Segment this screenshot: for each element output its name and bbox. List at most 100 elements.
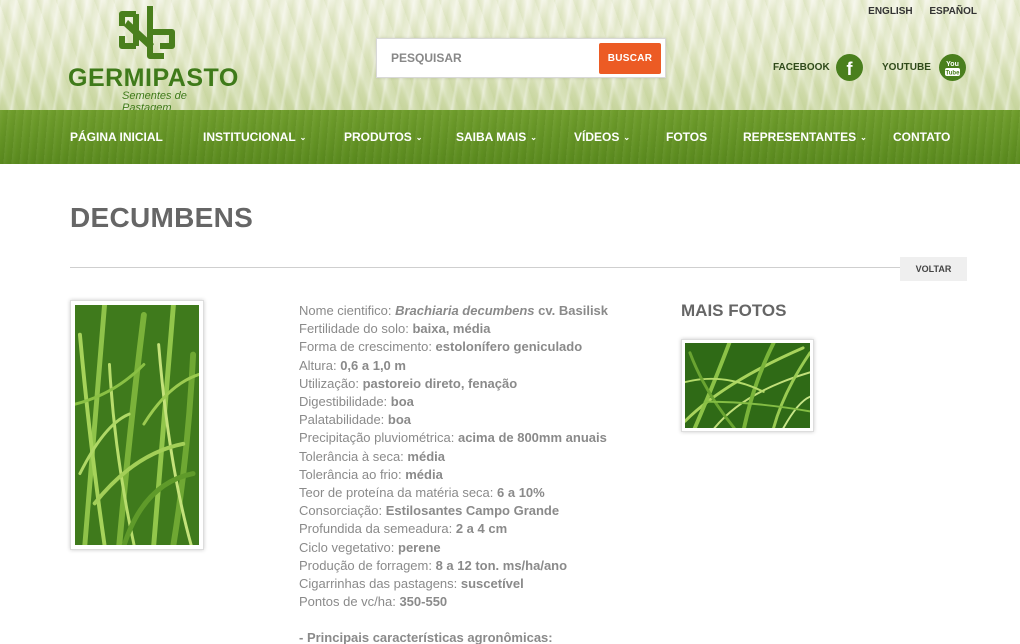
spec-value: boa — [387, 412, 412, 428]
spec-row: Altura: 0,6 a 1,0 m — [299, 357, 659, 375]
spec-label: Precipitação pluviométrica: — [299, 430, 458, 446]
site-logo[interactable]: GERMIPASTO Sementes de Pastagem — [68, 6, 238, 110]
spec-value: Estilosantes Campo Grande — [385, 503, 560, 519]
title-divider — [70, 267, 900, 268]
chevron-down-icon: ⌄ — [299, 133, 307, 142]
language-switcher: ENGLISH ESPAÑOL — [854, 6, 977, 17]
facebook-label[interactable]: FACEBOOK — [773, 62, 830, 73]
spec-label: Fertilidade do solo: — [299, 321, 413, 337]
nav-item-contato[interactable]: CONTATO — [893, 110, 950, 164]
spec-value: 2 a 4 cm — [455, 521, 508, 537]
nav-item-pagina-inicial[interactable]: PÁGINA INICIAL — [70, 110, 163, 164]
chevron-down-icon: ⌄ — [623, 133, 631, 142]
youtube-label[interactable]: YOUTUBE — [882, 62, 931, 73]
product-photo[interactable] — [70, 300, 204, 550]
spec-row: Fertilidade do solo: baixa, média — [299, 320, 659, 338]
svg-text:You: You — [946, 61, 959, 68]
page-title: DECUMBENS — [70, 202, 254, 233]
search-bar: BUSCAR — [376, 38, 666, 78]
spec-label: Tolerância à seca: — [299, 448, 408, 464]
spec-label: Profundida da semeadura: — [299, 521, 456, 537]
nav-item-saiba-mais[interactable]: SAIBA MAIS ⌄ — [456, 110, 537, 164]
gallery-thumbnail[interactable] — [681, 339, 814, 432]
youtube-icon[interactable]: You Tube — [939, 54, 966, 81]
spec-value: perene — [398, 539, 441, 555]
spec-row: Produção de forragem: 8 a 12 ton. ms/ha/… — [299, 557, 659, 575]
svg-text:Tube: Tube — [946, 71, 961, 77]
spec-label: Nome cientifico: — [299, 303, 396, 318]
nav-item-institucional[interactable]: INSTITUCIONAL ⌄ — [203, 110, 306, 164]
spec-value: 0,6 a 1,0 m — [340, 357, 406, 373]
spec-value: acima de 800mm anuais — [457, 430, 607, 446]
spec-value: suscetível — [460, 576, 524, 592]
lang-espanol-link[interactable]: ESPAÑOL — [929, 6, 977, 17]
nav-item-label: CONTATO — [893, 130, 951, 144]
nav-item-label: REPRESENTANTES — [743, 130, 857, 144]
nav-item-representantes[interactable]: REPRESENTANTES ⌄ — [743, 110, 867, 164]
grass-image — [75, 305, 199, 545]
facebook-icon[interactable]: f — [836, 54, 863, 81]
nav-item-label: PRODUTOS — [344, 130, 412, 144]
spec-value: boa — [390, 394, 414, 410]
spec-row: Ciclo vegetativo: perene — [299, 539, 659, 557]
spec-row: Precipitação pluviométrica: acima de 800… — [299, 429, 659, 447]
grass-thumbnail-image — [685, 343, 810, 428]
spec-value: pastoreio direto, fenação — [362, 375, 518, 391]
spec-row: Cigarrinhas das pastagens: suscetível — [299, 575, 659, 593]
nav-item-fotos[interactable]: FOTOS — [666, 110, 707, 164]
spec-value: 8 a 12 ton. ms/ha/ano — [435, 557, 568, 573]
spec-label: Digestibilidade: — [299, 394, 391, 410]
nav-item-label: PÁGINA INICIAL — [70, 130, 163, 144]
spec-value: estolonífero geniculado — [435, 339, 583, 355]
svg-text:f: f — [847, 59, 854, 79]
nav-item-videos[interactable]: VÍDEOS ⌄ — [574, 110, 630, 164]
chevron-down-icon: ⌄ — [530, 133, 537, 142]
spec-value-italic: Brachiaria decumbens — [395, 303, 535, 318]
brand-name: GERMIPASTO — [68, 64, 239, 92]
section-heading: - Principais características agronômicas… — [299, 630, 553, 644]
spec-label: Produção de forragem: — [299, 557, 436, 573]
spec-label: Consorciação: — [299, 503, 386, 519]
spec-label: Pontos de vc/ha: — [299, 594, 400, 610]
spec-row: Teor de proteína da matéria seca: 6 a 10… — [299, 484, 659, 502]
spec-label: Tolerância ao frio: — [299, 466, 406, 482]
spec-row: Tolerância à seca: média — [299, 448, 659, 466]
nav-item-produtos[interactable]: PRODUTOS ⌄ — [344, 110, 423, 164]
nav-item-label: SAIBA MAIS — [456, 130, 527, 144]
nav-item-label: FOTOS — [666, 130, 708, 144]
spec-row: Utilização: pastoreio direto, fenação — [299, 375, 659, 393]
spec-label: Teor de proteína da matéria seca: — [299, 485, 498, 501]
spec-label: Ciclo vegetativo: — [299, 539, 398, 555]
spec-row: Profundida da semeadura: 2 a 4 cm — [299, 520, 659, 538]
nav-item-label: INSTITUCIONAL — [203, 130, 296, 144]
spec-label: Utilização: — [299, 375, 363, 391]
spec-row: Digestibilidade: boa — [299, 393, 659, 411]
lang-english-link[interactable]: ENGLISH — [868, 6, 912, 17]
search-input[interactable] — [377, 39, 597, 77]
product-specs: Nome cientifico: Brachiaria decumbens cv… — [299, 302, 659, 644]
spec-value: baixa, média — [412, 321, 491, 337]
spec-value: 6 a 10% — [497, 485, 545, 501]
logo-mark-icon — [119, 6, 175, 59]
more-photos-title: MAIS FOTOS — [681, 301, 787, 320]
spec-row-scientific-name: Nome cientifico: Brachiaria decumbens cv… — [299, 302, 659, 320]
spec-value: cv. Basilisk — [534, 303, 609, 318]
spec-row: Consorciação: Estilosantes Campo Grande — [299, 502, 659, 520]
chevron-down-icon: ⌄ — [415, 133, 423, 142]
back-button[interactable]: VOLTAR — [900, 257, 967, 281]
site-header: GERMIPASTO Sementes de Pastagem BUSCAR E… — [0, 0, 1020, 110]
spec-value: média — [407, 448, 445, 464]
spec-row: Pontos de vc/ha: 350-550 — [299, 593, 659, 611]
spec-row: Tolerância ao frio: média — [299, 466, 659, 484]
main-nav: PÁGINA INICIAL INSTITUCIONAL ⌄ PRODUTOS ⌄ … — [0, 110, 1020, 164]
spec-row: Forma de crescimento: estolonífero genic… — [299, 338, 659, 356]
spec-row: Palatabilidade: boa — [299, 411, 659, 429]
spec-label: Cigarrinhas das pastagens: — [299, 576, 461, 592]
brand-tagline: Sementes de Pastagem — [122, 90, 187, 110]
search-button[interactable]: BUSCAR — [599, 43, 661, 74]
chevron-down-icon: ⌄ — [860, 133, 867, 142]
nav-item-label: VÍDEOS — [574, 130, 620, 144]
spec-label: Altura: — [299, 357, 341, 373]
spec-value: média — [405, 466, 443, 482]
spec-label: Forma de crescimento: — [299, 339, 436, 355]
